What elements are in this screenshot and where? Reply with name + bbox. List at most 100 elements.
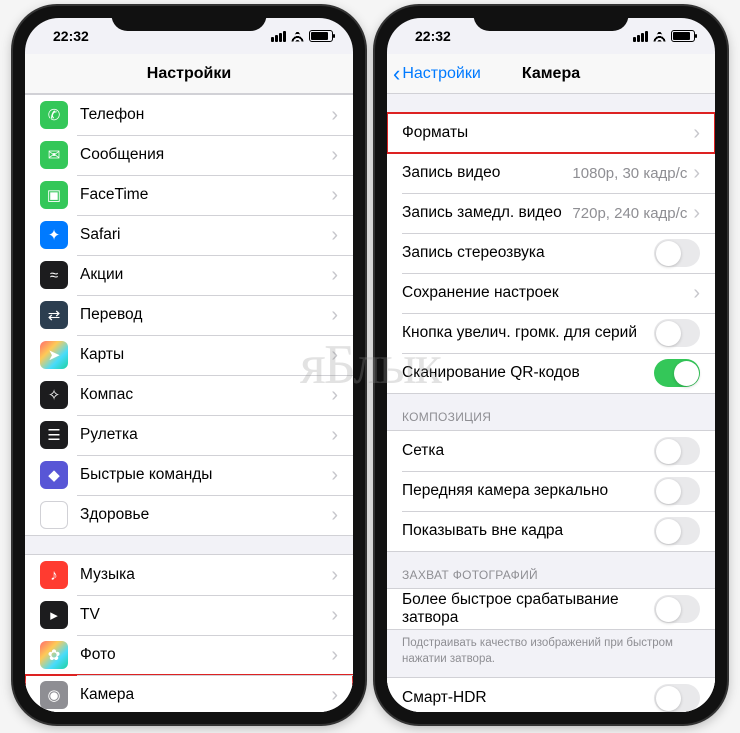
maps-icon: ➤ [40, 341, 68, 369]
row-label: Телефон [80, 106, 331, 124]
settings-row-maps-icon[interactable]: ➤ Карты› [25, 335, 353, 375]
chevron-right-icon: › [331, 645, 338, 665]
camera-group-capture: Более быстрое срабатывание затвора [387, 588, 715, 630]
tv-icon: ▸ [40, 601, 68, 629]
page-title: Настройки [147, 65, 231, 83]
chevron-left-icon: ‹ [393, 63, 400, 85]
setting-row[interactable]: Кнопка увелич. громк. для серий [387, 313, 715, 353]
back-label: Настройки [402, 65, 480, 83]
row-label: Запись видео [402, 164, 572, 182]
toggle-switch[interactable] [654, 595, 700, 623]
status-time: 22:32 [45, 28, 89, 44]
messages-icon: ✉ [40, 141, 68, 169]
battery-icon [309, 30, 333, 42]
settings-row-phone-icon[interactable]: ✆ Телефон› [25, 95, 353, 135]
stocks-icon: ≈ [40, 261, 68, 289]
setting-row[interactable]: Сетка [387, 431, 715, 471]
row-label: FaceTime [80, 186, 331, 204]
setting-row[interactable]: Смарт-HDR [387, 678, 715, 712]
setting-row[interactable]: Более быстрое срабатывание затвора [387, 589, 715, 629]
chevron-right-icon: › [331, 505, 338, 525]
setting-row[interactable]: Передняя камера зеркально [387, 471, 715, 511]
toggle-switch[interactable] [654, 359, 700, 387]
facetime-icon: ▣ [40, 181, 68, 209]
row-label: Кнопка увелич. громк. для серий [402, 324, 654, 342]
settings-group-1: ✆Телефон›✉Сообщения›▣FaceTime›✦Safari›≈А… [25, 94, 353, 536]
section-header-composition: КОМПОЗИЦИЯ [387, 394, 715, 430]
chevron-right-icon: › [331, 105, 338, 125]
toggle-switch[interactable] [654, 437, 700, 465]
settings-row-shortcuts-icon[interactable]: ◆Быстрые команды› [25, 455, 353, 495]
row-label: Карты [80, 346, 331, 364]
row-label: Safari [80, 226, 331, 244]
chevron-right-icon: › [693, 283, 700, 303]
settings-list[interactable]: ✆Телефон›✉Сообщения›▣FaceTime›✦Safari›≈А… [25, 94, 353, 712]
status-indicators [271, 30, 333, 42]
wifi-icon [652, 31, 667, 42]
settings-row-camera-icon[interactable]: ◉ Камера› [25, 675, 353, 712]
row-label: Более быстрое срабатывание затвора [402, 591, 654, 627]
chevron-right-icon: › [331, 685, 338, 705]
settings-row-health-icon[interactable]: ♥Здоровье› [25, 495, 353, 535]
row-label: Рулетка [80, 426, 331, 444]
setting-row[interactable]: Сохранение настроек› [387, 273, 715, 313]
chevron-right-icon: › [331, 265, 338, 285]
phone-icon: ✆ [40, 101, 68, 129]
cellular-icon [633, 31, 648, 42]
setting-row[interactable]: Запись видео1080p, 30 кадр/с› [387, 153, 715, 193]
toggle-switch[interactable] [654, 239, 700, 267]
wifi-icon [290, 31, 305, 42]
toggle-switch[interactable] [654, 477, 700, 505]
camera-icon: ◉ [40, 681, 68, 709]
camera-group-main: Форматы›Запись видео1080p, 30 кадр/с›Зап… [387, 112, 715, 394]
camera-group-hdr: Смарт-HDR [387, 677, 715, 712]
setting-row[interactable]: Форматы› [387, 113, 715, 153]
settings-row-stocks-icon[interactable]: ≈ Акции› [25, 255, 353, 295]
chevron-right-icon: › [331, 605, 338, 625]
back-button[interactable]: ‹ Настройки [393, 63, 481, 85]
photos-icon: ✿ [40, 641, 68, 669]
chevron-right-icon: › [331, 385, 338, 405]
row-label: Акции [80, 266, 331, 284]
row-label: Сканирование QR-кодов [402, 364, 654, 382]
row-label: Передняя камера зеркально [402, 482, 654, 500]
setting-row[interactable]: Запись стереозвука [387, 233, 715, 273]
phone-frame-left: 22:32 Настройки ✆Телефон›✉Сообщения›▣Fac… [13, 6, 365, 724]
row-label: Перевод [80, 306, 331, 324]
settings-row-translate-icon[interactable]: ⇄ Перевод› [25, 295, 353, 335]
row-label: Смарт-HDR [402, 689, 654, 707]
setting-row[interactable]: Запись замедл. видео720p, 240 кадр/с› [387, 193, 715, 233]
settings-row-tv-icon[interactable]: ▸TV› [25, 595, 353, 635]
nav-header: ‹ Настройки Камера [387, 54, 715, 94]
setting-row[interactable]: Сканирование QR-кодов [387, 353, 715, 393]
measure-icon: ☰ [40, 421, 68, 449]
chevron-right-icon: › [331, 305, 338, 325]
settings-row-safari-icon[interactable]: ✦Safari› [25, 215, 353, 255]
row-detail: 720p, 240 кадр/с [572, 205, 687, 222]
chevron-right-icon: › [331, 465, 338, 485]
settings-row-measure-icon[interactable]: ☰Рулетка› [25, 415, 353, 455]
row-label: Камера [80, 686, 331, 704]
safari-icon: ✦ [40, 221, 68, 249]
notch [112, 6, 267, 31]
battery-icon [671, 30, 695, 42]
row-label: Сообщения [80, 146, 331, 164]
settings-row-messages-icon[interactable]: ✉Сообщения› [25, 135, 353, 175]
settings-group-2: ♪Музыка›▸TV›✿Фото›◉Камера›▥Книги›●Game C… [25, 554, 353, 712]
setting-row[interactable]: Показывать вне кадра [387, 511, 715, 551]
settings-row-compass-icon[interactable]: ✧Компас› [25, 375, 353, 415]
row-label: Показывать вне кадра [402, 522, 654, 540]
translate-icon: ⇄ [40, 301, 68, 329]
row-label: Компас [80, 386, 331, 404]
settings-row-music-icon[interactable]: ♪Музыка› [25, 555, 353, 595]
toggle-switch[interactable] [654, 517, 700, 545]
settings-row-photos-icon[interactable]: ✿Фото› [25, 635, 353, 675]
row-label: Запись замедл. видео [402, 204, 572, 222]
toggle-switch[interactable] [654, 319, 700, 347]
chevron-right-icon: › [331, 345, 338, 365]
nav-header: Настройки [25, 54, 353, 94]
settings-row-facetime-icon[interactable]: ▣FaceTime› [25, 175, 353, 215]
toggle-switch[interactable] [654, 684, 700, 712]
camera-settings-list[interactable]: Форматы›Запись видео1080p, 30 кадр/с›Зап… [387, 94, 715, 712]
section-header-capture: ЗАХВАТ ФОТОГРАФИЙ [387, 552, 715, 588]
